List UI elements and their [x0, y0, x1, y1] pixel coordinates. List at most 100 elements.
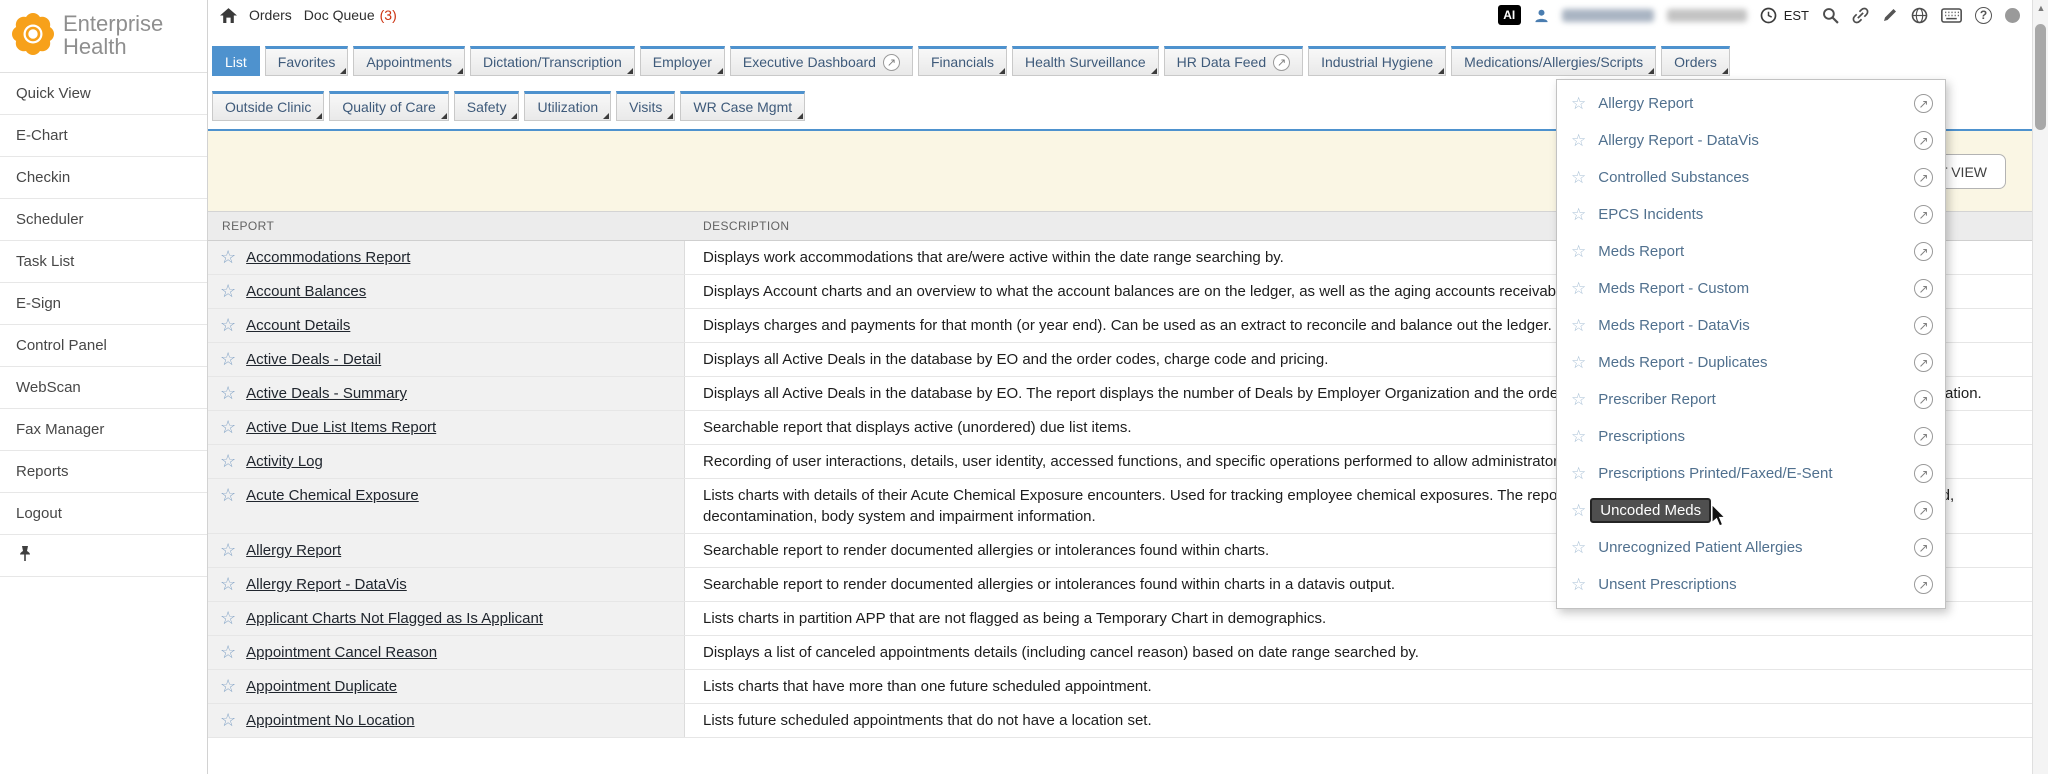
- user-icon[interactable]: [1534, 8, 1549, 23]
- sidebar-item-webscan[interactable]: WebScan: [0, 367, 207, 409]
- clock-icon[interactable]: [1760, 7, 1777, 24]
- circle-arrow-icon[interactable]: ↗: [1914, 131, 1933, 150]
- favorite-star-icon[interactable]: ☆: [220, 485, 236, 506]
- favorite-star-icon[interactable]: ☆: [220, 349, 236, 370]
- sidebar-item-fax-manager[interactable]: Fax Manager: [0, 409, 207, 451]
- favorite-star-icon[interactable]: ☆: [1571, 279, 1586, 299]
- menu-item-unsent-prescriptions[interactable]: ☆Unsent Prescriptions↗: [1557, 566, 1945, 603]
- help-icon[interactable]: ?: [1975, 7, 1992, 24]
- favorite-star-icon[interactable]: ☆: [1571, 131, 1586, 151]
- keyboard-icon[interactable]: [1941, 8, 1962, 23]
- report-link[interactable]: Applicant Charts Not Flagged as Is Appli…: [246, 608, 543, 629]
- report-link[interactable]: Active Due List Items Report: [246, 417, 436, 438]
- circle-arrow-icon[interactable]: ↗: [1914, 168, 1933, 187]
- link-icon[interactable]: [1852, 7, 1869, 24]
- report-link[interactable]: Accommodations Report: [246, 247, 410, 268]
- tab-medications-allergies-scripts[interactable]: Medications/Allergies/Scripts: [1451, 46, 1656, 76]
- tab-appointments[interactable]: Appointments: [353, 46, 465, 76]
- favorite-star-icon[interactable]: ☆: [1571, 464, 1586, 484]
- circle-arrow-icon[interactable]: ↗: [1914, 205, 1933, 224]
- favorite-star-icon[interactable]: ☆: [1571, 316, 1586, 336]
- sidebar-item-reports[interactable]: Reports: [0, 451, 207, 493]
- favorite-star-icon[interactable]: ☆: [1571, 501, 1586, 521]
- report-link[interactable]: Active Deals - Detail: [246, 349, 381, 370]
- circle-arrow-icon[interactable]: ↗: [1914, 538, 1933, 557]
- circle-arrow-icon[interactable]: ↗: [1914, 316, 1933, 335]
- globe-icon[interactable]: [1911, 7, 1928, 24]
- menu-item-unrecognized-patient-allergies[interactable]: ☆Unrecognized Patient Allergies↗: [1557, 529, 1945, 566]
- tab-favorites[interactable]: Favorites: [265, 46, 349, 76]
- favorite-star-icon[interactable]: ☆: [220, 540, 236, 561]
- favorite-star-icon[interactable]: ☆: [1571, 427, 1586, 447]
- menu-item-meds-report-duplicates[interactable]: ☆Meds Report - Duplicates↗: [1557, 344, 1945, 381]
- sidebar-item-e-sign[interactable]: E-Sign: [0, 283, 207, 325]
- tab-dictation-transcription[interactable]: Dictation/Transcription: [470, 46, 635, 76]
- edit-pencil-icon[interactable]: [1882, 7, 1898, 23]
- favorite-star-icon[interactable]: ☆: [220, 608, 236, 629]
- tab-list[interactable]: List: [212, 46, 260, 76]
- tab-orders[interactable]: Orders: [1661, 46, 1730, 76]
- tab-safety[interactable]: Safety: [454, 91, 520, 121]
- menu-item-meds-report[interactable]: ☆Meds Report↗: [1557, 233, 1945, 270]
- scrollbar-up-arrow-icon[interactable]: ▲: [2033, 0, 2048, 16]
- favorite-star-icon[interactable]: ☆: [220, 710, 236, 731]
- report-link[interactable]: Account Balances: [246, 281, 366, 302]
- report-link[interactable]: Acute Chemical Exposure: [246, 485, 419, 506]
- menu-item-uncoded-meds[interactable]: ☆Uncoded Meds↗: [1557, 492, 1945, 529]
- circle-arrow-icon[interactable]: ↗: [1914, 353, 1933, 372]
- report-link[interactable]: Active Deals - Summary: [246, 383, 407, 404]
- favorite-star-icon[interactable]: ☆: [1571, 94, 1586, 114]
- favorite-star-icon[interactable]: ☆: [1571, 168, 1586, 188]
- sidebar-item-control-panel[interactable]: Control Panel: [0, 325, 207, 367]
- tab-health-surveillance[interactable]: Health Surveillance: [1012, 46, 1159, 76]
- tab-visits[interactable]: Visits: [616, 91, 675, 121]
- tab-wr-case-mgmt[interactable]: WR Case Mgmt: [680, 91, 805, 121]
- favorite-star-icon[interactable]: ☆: [220, 676, 236, 697]
- tab-industrial-hygiene[interactable]: Industrial Hygiene: [1308, 46, 1446, 76]
- sidebar-item-quick-view[interactable]: Quick View: [0, 73, 207, 115]
- report-link[interactable]: Allergy Report: [246, 540, 341, 561]
- report-link[interactable]: Appointment Duplicate: [246, 676, 397, 697]
- menu-item-controlled-substances[interactable]: ☆Controlled Substances↗: [1557, 159, 1945, 196]
- menu-item-allergy-report-datavis[interactable]: ☆Allergy Report - DataVis↗: [1557, 122, 1945, 159]
- tab-financials[interactable]: Financials: [918, 46, 1007, 76]
- menu-item-prescriptions-printed-faxed-e-sent[interactable]: ☆Prescriptions Printed/Faxed/E-Sent↗: [1557, 455, 1945, 492]
- circle-arrow-icon[interactable]: ↗: [1914, 464, 1933, 483]
- menu-item-prescriber-report[interactable]: ☆Prescriber Report↗: [1557, 381, 1945, 418]
- breadcrumb-doc-queue[interactable]: Doc Queue: [304, 7, 375, 23]
- sidebar-item-logout[interactable]: Logout: [0, 493, 207, 535]
- favorite-star-icon[interactable]: ☆: [220, 417, 236, 438]
- favorite-star-icon[interactable]: ☆: [220, 642, 236, 663]
- favorite-star-icon[interactable]: ☆: [220, 574, 236, 595]
- circle-arrow-icon[interactable]: ↗: [1914, 390, 1933, 409]
- favorite-star-icon[interactable]: ☆: [1571, 242, 1586, 262]
- search-icon[interactable]: [1822, 7, 1839, 24]
- circle-arrow-icon[interactable]: ↗: [1914, 501, 1933, 520]
- favorite-star-icon[interactable]: ☆: [220, 315, 236, 336]
- menu-item-prescriptions[interactable]: ☆Prescriptions↗: [1557, 418, 1945, 455]
- tab-utilization[interactable]: Utilization: [524, 91, 611, 121]
- circle-arrow-icon[interactable]: ↗: [1914, 427, 1933, 446]
- circle-arrow-icon[interactable]: ↗: [1914, 242, 1933, 261]
- vertical-scrollbar[interactable]: ▲: [2032, 0, 2048, 774]
- favorite-star-icon[interactable]: ☆: [220, 281, 236, 302]
- tab-quality-of-care[interactable]: Quality of Care: [329, 91, 448, 121]
- favorite-star-icon[interactable]: ☆: [1571, 390, 1586, 410]
- favorite-star-icon[interactable]: ☆: [1571, 538, 1586, 558]
- sidebar-item-task-list[interactable]: Task List: [0, 241, 207, 283]
- favorite-star-icon[interactable]: ☆: [220, 383, 236, 404]
- circle-arrow-icon[interactable]: ↗: [1914, 575, 1933, 594]
- menu-item-allergy-report[interactable]: ☆Allergy Report↗: [1557, 85, 1945, 122]
- tab-executive-dashboard[interactable]: Executive Dashboard↗: [730, 46, 913, 76]
- report-link[interactable]: Allergy Report - DataVis: [246, 574, 407, 595]
- scrollbar-thumb[interactable]: [2035, 24, 2046, 130]
- sidebar-item-e-chart[interactable]: E-Chart: [0, 115, 207, 157]
- favorite-star-icon[interactable]: ☆: [1571, 575, 1586, 595]
- favorite-star-icon[interactable]: ☆: [220, 247, 236, 268]
- menu-item-meds-report-datavis[interactable]: ☆Meds Report - DataVis↗: [1557, 307, 1945, 344]
- report-link[interactable]: Appointment Cancel Reason: [246, 642, 437, 663]
- status-dot-icon[interactable]: [2005, 8, 2020, 23]
- sidebar-pin-toggle[interactable]: [0, 535, 207, 577]
- menu-item-meds-report-custom[interactable]: ☆Meds Report - Custom↗: [1557, 270, 1945, 307]
- circle-arrow-icon[interactable]: ↗: [1914, 279, 1933, 298]
